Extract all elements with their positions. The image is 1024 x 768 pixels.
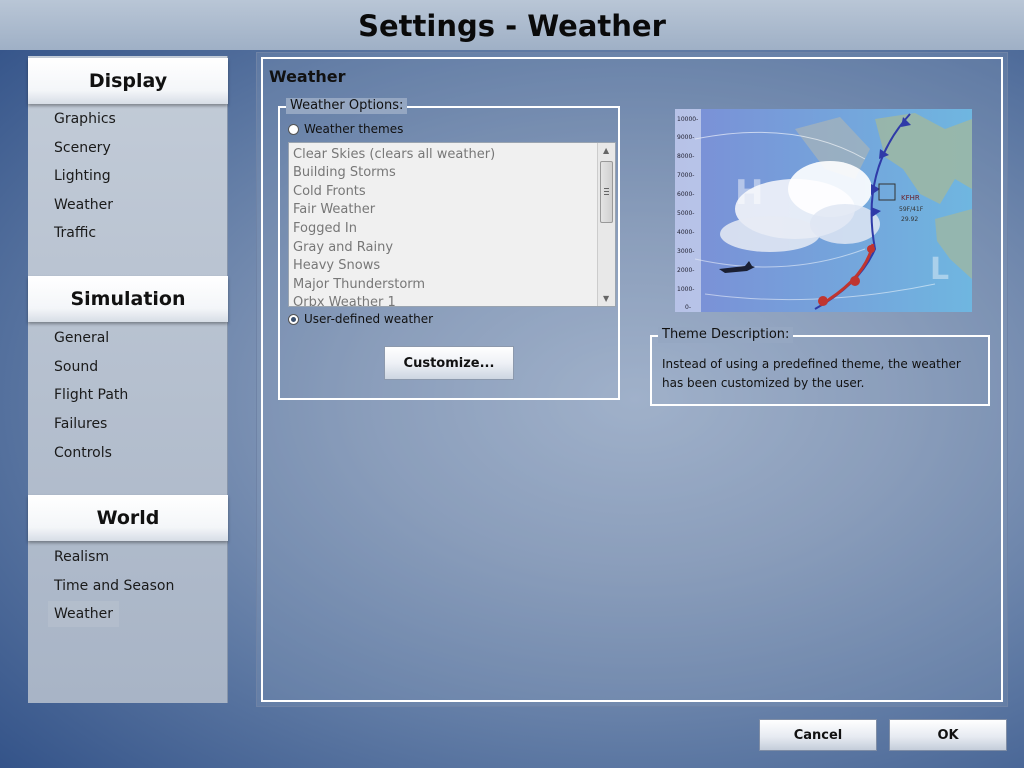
altitude-label: 9000- [677, 134, 694, 141]
user-defined-label: User-defined weather [304, 312, 434, 326]
main-panel-inner: Weather Weather Options: Weather themes … [261, 57, 1003, 702]
list-item[interactable]: Clear Skies (clears all weather) [293, 146, 495, 164]
sidebar-item-world-weather[interactable]: Weather [48, 601, 119, 627]
altitude-label: 2000- [677, 267, 694, 274]
altitude-label: 8000- [677, 153, 694, 160]
scroll-up-icon[interactable]: ▲ [603, 146, 609, 155]
altitude-label: 7000- [677, 172, 694, 179]
user-defined-radio-row[interactable]: User-defined weather [288, 312, 433, 326]
weather-preview-image: 10000- 9000- 8000- 7000- 6000- 5000- 400… [675, 109, 972, 312]
ok-button[interactable]: OK [889, 719, 1007, 751]
sidebar-item-scenery[interactable]: Scenery [48, 135, 117, 161]
customize-button[interactable]: Customize... [384, 346, 514, 380]
sidebar-item-time-and-season[interactable]: Time and Season [48, 573, 180, 599]
weather-themes-radio[interactable] [288, 123, 299, 135]
weather-options-legend: Weather Options: [286, 98, 408, 114]
main-panel: Weather Weather Options: Weather themes … [256, 52, 1008, 707]
section-header-simulation: Simulation [28, 276, 228, 322]
list-item[interactable]: Gray and Rainy [293, 239, 393, 257]
sidebar-item-controls[interactable]: Controls [48, 440, 118, 466]
list-item[interactable]: Orbx Weather 1 [293, 294, 396, 306]
panel-title: Weather [269, 67, 346, 86]
sidebar-item-failures[interactable]: Failures [48, 411, 113, 437]
weather-themes-radio-row[interactable]: Weather themes [288, 122, 403, 136]
sidebar: Display Graphics Scenery Lighting Weathe… [28, 56, 228, 703]
list-item[interactable]: Building Storms [293, 164, 396, 182]
altitude-label: 6000- [677, 191, 694, 198]
list-item[interactable]: Heavy Snows [293, 257, 380, 275]
list-item[interactable]: Major Thunderstorm [293, 276, 425, 294]
sidebar-item-sound[interactable]: Sound [48, 354, 104, 380]
altitude-label: 0- [685, 304, 691, 311]
weather-themes-label: Weather themes [304, 122, 404, 136]
weather-options-group: Weather Options: Weather themes Clear Sk… [278, 98, 620, 400]
altitude-label: 5000- [677, 210, 694, 217]
scroll-down-icon[interactable]: ▼ [603, 294, 609, 303]
sidebar-item-traffic[interactable]: Traffic [48, 220, 102, 246]
list-item[interactable]: Fair Weather [293, 201, 375, 219]
scrollbar-thumb[interactable] [600, 161, 613, 223]
station-id-label: KFHR [901, 194, 920, 202]
station-pressure-label: 29.92 [901, 216, 918, 223]
altitude-label: 4000- [677, 229, 694, 236]
sidebar-item-flight-path[interactable]: Flight Path [48, 382, 134, 408]
station-wind-label: 59F/41F [899, 206, 924, 213]
weather-themes-list[interactable]: Clear Skies (clears all weather) Buildin… [288, 142, 616, 307]
sidebar-item-general[interactable]: General [48, 325, 115, 351]
weather-preview-svg: 10000- 9000- 8000- 7000- 6000- 5000- 400… [675, 109, 972, 312]
window-title: Settings - Weather [0, 0, 1024, 50]
theme-description-group: Theme Description: Instead of using a pr… [650, 327, 990, 406]
sidebar-item-graphics[interactable]: Graphics [48, 106, 122, 132]
low-pressure-label: L [930, 252, 949, 287]
sidebar-item-realism[interactable]: Realism [48, 544, 115, 570]
user-defined-radio[interactable] [288, 313, 299, 325]
altitude-label: 10000- [677, 116, 698, 123]
sidebar-item-lighting[interactable]: Lighting [48, 163, 117, 189]
list-item[interactable]: Fogged In [293, 220, 357, 238]
theme-description-legend: Theme Description: [658, 327, 794, 343]
list-item[interactable]: Cold Fronts [293, 183, 366, 201]
section-header-world: World [28, 495, 228, 541]
high-pressure-label: H [735, 173, 763, 213]
themes-list-scrollbar[interactable]: ▲ ▼ [597, 143, 615, 306]
cancel-button[interactable]: Cancel [759, 719, 877, 751]
altitude-label: 1000- [677, 286, 694, 293]
altitude-label: 3000- [677, 248, 694, 255]
section-header-display: Display [28, 58, 228, 104]
sidebar-item-display-weather[interactable]: Weather [48, 192, 119, 218]
theme-description-text: Instead of using a predefined theme, the… [662, 357, 961, 390]
